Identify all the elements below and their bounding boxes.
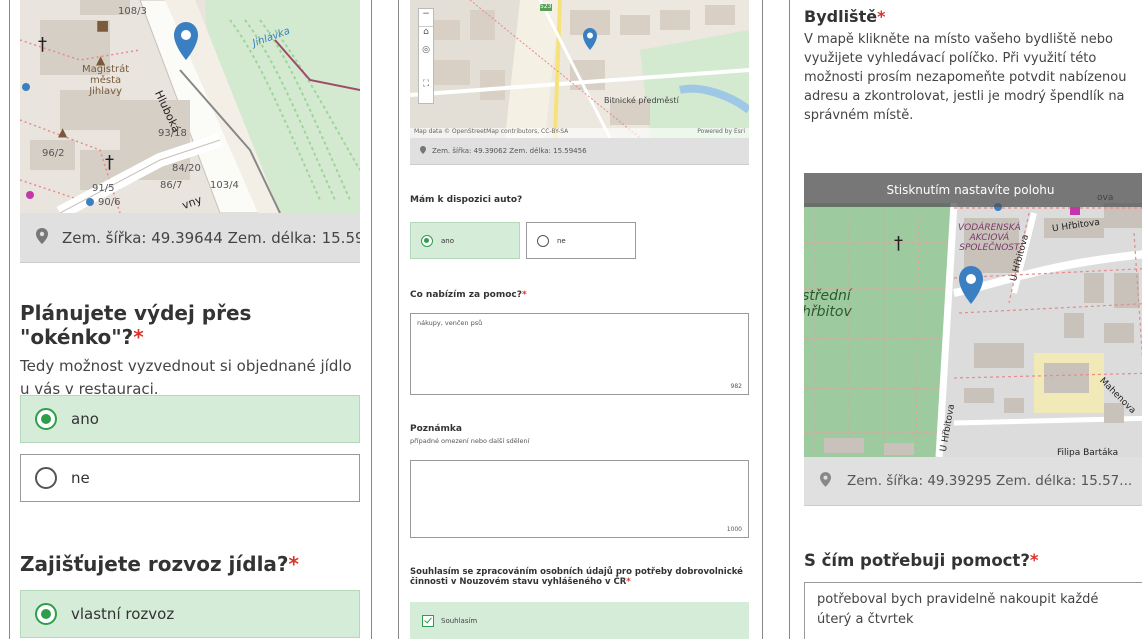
- textarea-poznamka[interactable]: 1000: [410, 460, 749, 538]
- pin-icon: [820, 471, 831, 491]
- map-hint-banner: Stisknutím nastavíte polohu: [804, 173, 1142, 207]
- option-label: ne: [557, 236, 566, 245]
- coordinates-bar: Zem. šířka: 49.39644 Zem. délka: 15.59..…: [20, 213, 360, 263]
- location-map[interactable]: ■ † † ▲ ▲ Jihlávka Magistrát města Jihla…: [20, 0, 360, 213]
- map-label-108: 108/3: [118, 6, 147, 17]
- option-label: ano: [71, 410, 99, 428]
- map-label-stredni: střední hřbitov: [804, 288, 852, 320]
- location-map[interactable]: 523 Bitnické předměstí: [410, 0, 749, 138]
- radio-selected-icon[interactable]: [35, 408, 57, 430]
- question-label-poznamka: Poznámka: [410, 424, 462, 434]
- map-label-magistrat: Magistrát města Jihlavy: [82, 64, 130, 97]
- coordinates-text: Zem. šířka: 49.39295 Zem. délka: 15.57..…: [847, 473, 1133, 489]
- textarea-pomoc[interactable]: potřeboval bych pravidelně nakoupit každ…: [804, 582, 1142, 639]
- textarea-value: nákupy, venčen psů: [417, 319, 483, 327]
- radio-selected-icon[interactable]: [421, 234, 433, 247]
- required-star: *: [133, 325, 144, 349]
- map-label-filipa: Filipa Bartáka: [1057, 448, 1119, 457]
- screen-residence-form: Bydliště* V mapě klikněte na místo vašeh…: [789, 0, 1142, 639]
- zoom-out-button[interactable]: −: [419, 9, 433, 27]
- radio-unselected-icon[interactable]: [537, 234, 549, 247]
- checkbox-checked-icon[interactable]: [422, 614, 434, 627]
- char-counter: 1000: [726, 526, 742, 533]
- home-icon[interactable]: ⌂: [419, 27, 433, 45]
- question-label-auto: Mám k dispozici auto?: [410, 195, 523, 205]
- map-label-962: 96/2: [42, 148, 65, 159]
- svg-text:■: ■: [96, 18, 109, 34]
- map-tiles: ■ † † ▲ ▲: [20, 0, 360, 213]
- required-star: *: [1029, 551, 1039, 570]
- field-title: Bydliště*: [804, 7, 886, 26]
- locate-icon[interactable]: ◎: [419, 45, 433, 63]
- screen-restaurant-form: ■ † † ▲ ▲ Jihlávka Magistrát města Jihla…: [0, 0, 373, 639]
- required-star: *: [288, 552, 299, 576]
- question-title: Plánujete výdej přes "okénko"?*: [20, 301, 252, 349]
- required-star: *: [877, 7, 886, 26]
- svg-text:▲: ▲: [58, 125, 68, 139]
- map-attribution: Map data © OpenStreetMap contributors, C…: [410, 128, 749, 138]
- option-label: ne: [71, 469, 90, 487]
- radio-unselected-icon[interactable]: [35, 467, 57, 489]
- required-star: *: [626, 577, 631, 587]
- fullscreen-icon[interactable]: ⛶: [419, 79, 433, 97]
- map-label-8420: 84/20: [172, 163, 201, 174]
- question-label-souhlas: Souhlasím se zpracováním osobních údajů …: [410, 567, 743, 587]
- textarea-pomoc[interactable]: nákupy, venčen psů 982: [410, 313, 749, 395]
- coordinates-bar: Zem. šířka: 49.39295 Zem. délka: 15.57..…: [804, 457, 1142, 506]
- map-label-915: 91/5: [92, 183, 115, 194]
- map-tiles: [410, 0, 749, 138]
- checkbox-souhlas[interactable]: Souhlasím: [410, 602, 749, 639]
- map-tiles: †: [804, 173, 1142, 457]
- map-label-8677: 86/7: [160, 180, 183, 191]
- coordinates-text: Zem. šířka: 49.39644 Zem. délka: 15.59..…: [62, 228, 360, 247]
- svg-text:†: †: [894, 233, 903, 254]
- question-sublabel: případné omezení nebo další sdělení: [410, 437, 530, 445]
- map-label-523: 523: [540, 3, 552, 10]
- question-rozvoz: Zajišťujete rozvoz jídla?*: [20, 552, 365, 576]
- map-label-1034: 103/4: [210, 180, 239, 191]
- option-ne[interactable]: ne: [20, 454, 360, 502]
- svg-text:†: †: [38, 34, 47, 55]
- option-vlastni-rozvoz[interactable]: vlastní rozvoz: [20, 590, 360, 638]
- radio-selected-icon[interactable]: [35, 603, 57, 625]
- question-title: S čím potřebuji pomoct?*: [804, 551, 1039, 570]
- svg-text:†: †: [105, 152, 114, 173]
- option-ano[interactable]: ano: [410, 222, 520, 259]
- map-label-bitnicke: Bitnické předměstí: [604, 96, 679, 105]
- map-label-9318: 93/18: [158, 128, 187, 139]
- option-ne[interactable]: ne: [526, 222, 636, 259]
- field-description: V mapě klikněte na místo vašeho bydliště…: [804, 32, 1127, 123]
- option-label: vlastní rozvoz: [71, 605, 175, 623]
- checkbox-label: Souhlasím: [441, 616, 478, 625]
- option-ano[interactable]: ano: [20, 395, 360, 443]
- pin-icon: [36, 227, 48, 248]
- screen-volunteer-form: 523 Bitnické předměstí − ⌂ ◎ ⛶ Map data …: [398, 0, 763, 639]
- location-map[interactable]: † VODÁRENSKÁ AKCIOVÁ SPOLEČNOST U Hřbito…: [804, 173, 1142, 457]
- map-label-vodarenska: VODÁRENSKÁ AKCIOVÁ SPOLEČNOST: [958, 223, 1021, 253]
- required-star: *: [521, 290, 527, 300]
- map-label-906: 90/6: [98, 197, 121, 208]
- map-controls: − ⌂ ◎ ⛶: [418, 8, 434, 104]
- char-counter: 982: [730, 383, 742, 390]
- question-label-pomoc: Co nabízím za pomoc?*: [410, 290, 527, 300]
- coordinates-bar: Zem. šířka: 49.39062 Zem. délka: 15.5945…: [410, 138, 749, 165]
- coordinates-text: Zem. šířka: 49.39062 Zem. délka: 15.5945…: [432, 147, 587, 155]
- question-title: Zajišťujete rozvoz jídla?*: [20, 552, 299, 576]
- question-okenko: Plánujete výdej přes "okénko"?* Tedy mož…: [20, 301, 365, 401]
- pin-icon: [420, 146, 426, 156]
- option-label: ano: [441, 236, 455, 245]
